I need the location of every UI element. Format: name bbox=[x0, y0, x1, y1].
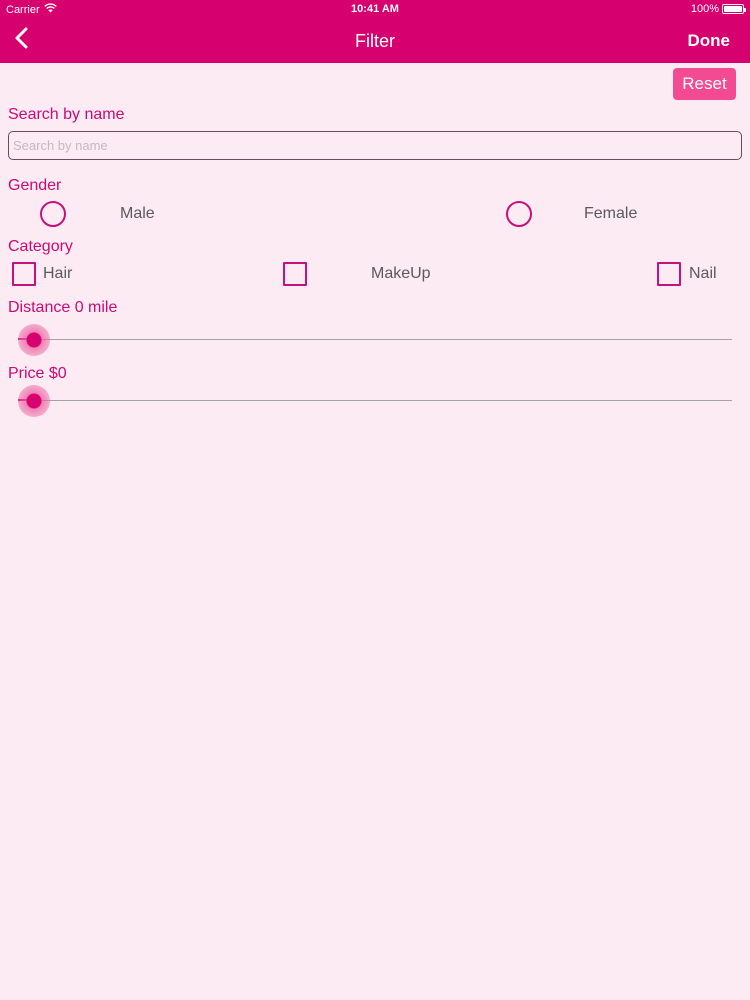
page-title: Filter bbox=[355, 31, 395, 51]
battery-icon bbox=[722, 4, 746, 14]
status-time: 10:41 AM bbox=[351, 3, 399, 15]
distance-label: Distance 0 mile bbox=[8, 299, 118, 316]
search-input[interactable] bbox=[8, 131, 742, 160]
gender-female-radio[interactable] bbox=[506, 201, 532, 227]
category-makeup-checkbox[interactable] bbox=[283, 262, 307, 286]
category-hair-label: Hair bbox=[43, 265, 73, 282]
gender-female-label: Female bbox=[584, 205, 638, 222]
price-slider-track bbox=[18, 400, 732, 401]
distance-slider-thumb[interactable] bbox=[18, 324, 50, 356]
gender-male-label: Male bbox=[120, 205, 155, 222]
category-nail-label: Nail bbox=[689, 265, 717, 282]
distance-slider-track bbox=[18, 339, 732, 340]
done-button[interactable]: Done bbox=[688, 31, 731, 51]
price-slider-thumb[interactable] bbox=[18, 385, 50, 417]
battery-percent: 100% bbox=[690, 3, 719, 15]
gender-male-radio[interactable] bbox=[40, 201, 66, 227]
price-slider[interactable] bbox=[18, 381, 732, 421]
reset-button[interactable]: Reset bbox=[673, 68, 736, 100]
search-label: Search by name bbox=[8, 106, 125, 123]
category-nail-checkbox[interactable] bbox=[657, 262, 681, 286]
category-hair-checkbox[interactable] bbox=[12, 262, 36, 286]
distance-slider[interactable] bbox=[18, 320, 732, 360]
category-makeup-label: MakeUp bbox=[371, 265, 431, 282]
navigation-bar: Carrier 10:41 AM 100% Filter Done bbox=[0, 0, 750, 63]
gender-label: Gender bbox=[8, 177, 62, 194]
category-label: Category bbox=[8, 238, 73, 255]
status-battery: 100% bbox=[690, 3, 746, 15]
